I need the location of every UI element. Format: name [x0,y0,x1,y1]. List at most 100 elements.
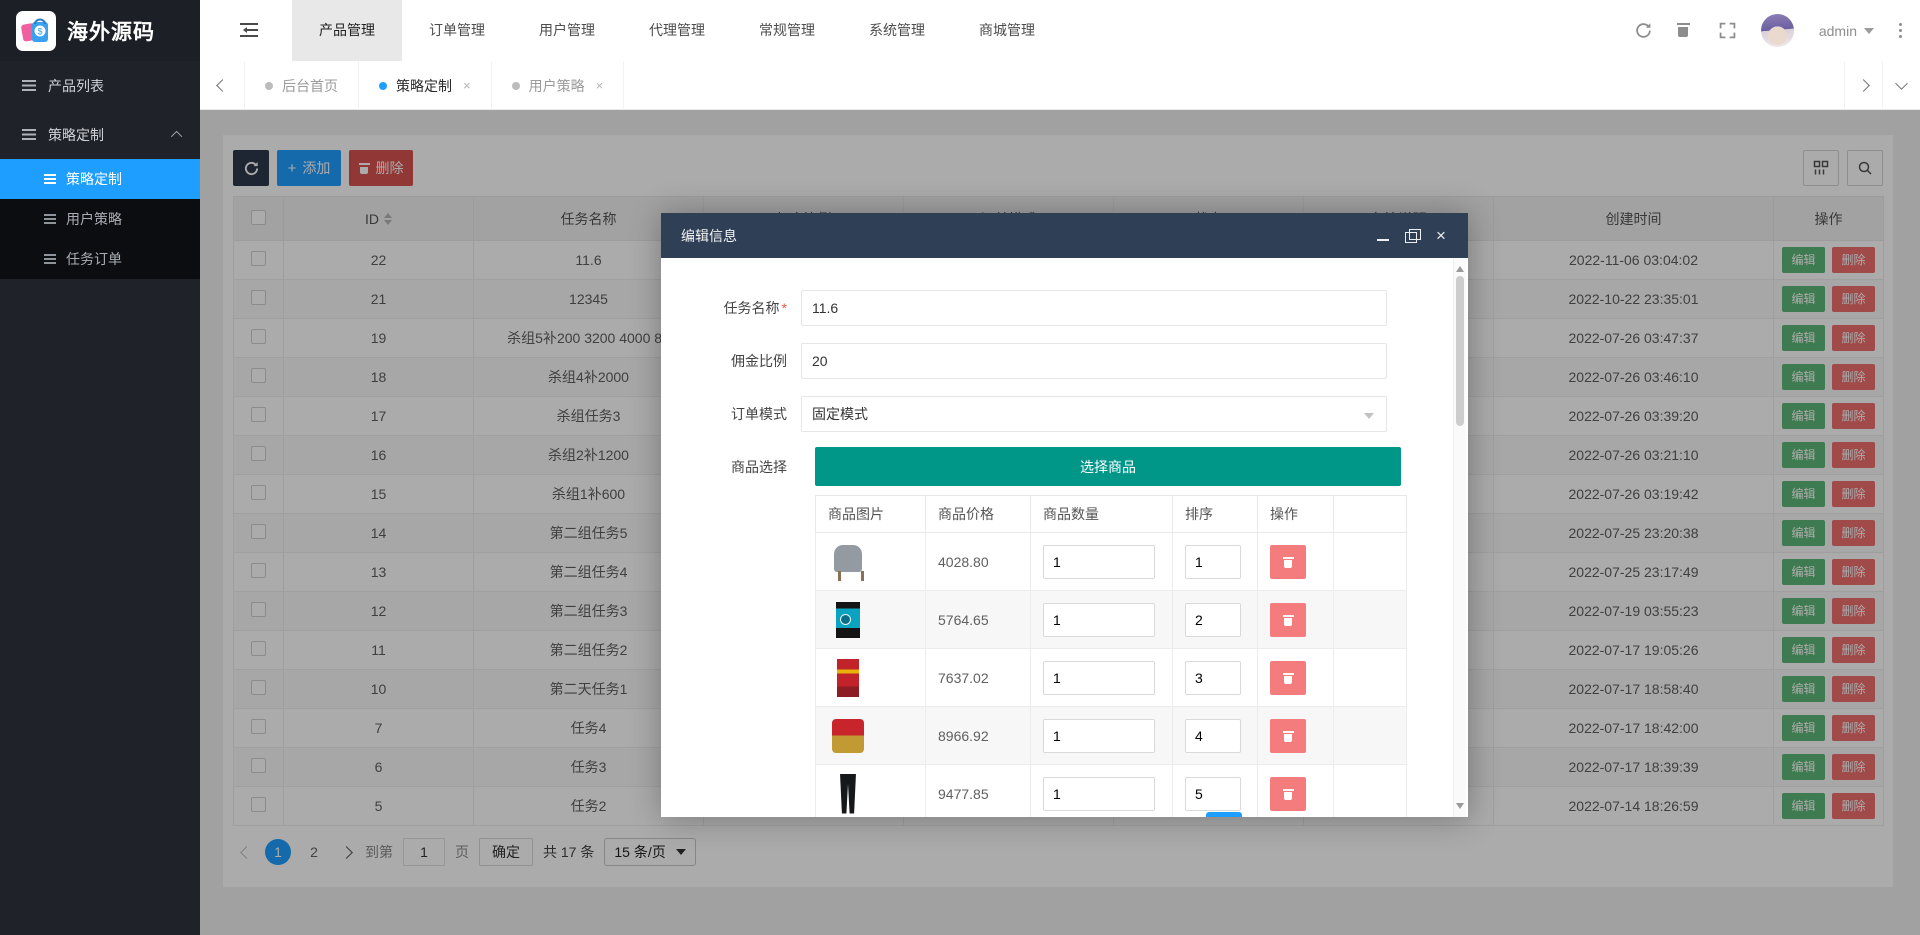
product-delete-button[interactable] [1270,661,1306,695]
refresh-icon[interactable] [1635,22,1652,39]
trash-icon [1283,556,1294,568]
product-sort-cell [1173,765,1258,818]
close-icon[interactable]: × [1434,229,1448,243]
product-image-cell [816,591,926,649]
tab-home[interactable]: 后台首页 [245,61,359,110]
product-image [828,774,868,814]
product-delete-button[interactable] [1270,777,1306,811]
tabs-menu-toggle[interactable] [1882,61,1920,110]
product-image [828,716,868,756]
modal-scrollbar[interactable] [1453,258,1466,817]
trash-icon[interactable] [1677,22,1694,39]
nav-item-user[interactable]: 用户管理 [512,0,622,61]
sidebar-submenu: 策略定制 用户策略 任务订单 [0,159,200,279]
order-mode-value: 固定模式 [812,404,868,424]
product-delete-button[interactable] [1270,603,1306,637]
nav-item-product[interactable]: 产品管理 [292,0,402,61]
sidebar-item-label: 产品列表 [48,76,104,96]
product-filler-cell [1334,649,1407,707]
product-header-row: 商品图片 商品价格 商品数量 排序 操作 [816,496,1407,533]
tab-user-strategy[interactable]: 用户策略 × [492,61,625,110]
sidebar-subitem-strategy[interactable]: 策略定制 [0,159,200,199]
product-row: 5764.65 [816,591,1407,649]
dialog-titlebar[interactable]: 编辑信息 × [661,213,1468,258]
tab-bar-right [1844,61,1920,109]
nav-item-order[interactable]: 订单管理 [402,0,512,61]
col-product-price: 商品价格 [926,496,1031,533]
order-mode-select[interactable]: 固定模式 [801,396,1387,432]
product-sort-input[interactable] [1185,777,1241,811]
nav-item-general[interactable]: 常规管理 [732,0,842,61]
top-header: 产品管理 订单管理 用户管理 代理管理 常规管理 系统管理 商城管理 admin [200,0,1920,61]
nav-item-mall[interactable]: 商城管理 [952,0,1062,61]
sidebar-subitem-user-strategy[interactable]: 用户策略 [0,199,200,239]
product-qty-cell [1031,765,1173,818]
product-qty-input[interactable] [1043,719,1155,753]
nav-item-system[interactable]: 系统管理 [842,0,952,61]
username: admin [1819,23,1857,39]
product-sort-input[interactable] [1185,661,1241,695]
tab-dot [265,82,273,90]
product-filler-cell [1334,591,1407,649]
col-product-ops: 操作 [1258,496,1334,533]
sidebar-subitem-task-order[interactable]: 任务订单 [0,239,200,279]
more-menu-icon[interactable] [1899,23,1902,38]
tabs-scroll-right[interactable] [1844,61,1882,110]
product-ops-cell [1258,765,1334,818]
product-row: 4028.80 [816,533,1407,591]
tab-strategy[interactable]: 策略定制 × [359,61,492,110]
product-table-body: 4028.80 [816,533,1407,818]
commission-label: 佣金比例 [687,351,801,371]
product-sort-input[interactable] [1185,545,1241,579]
commission-input[interactable] [801,343,1387,379]
product-image-cell [816,649,926,707]
list-icon [44,174,56,184]
product-sort-cell [1173,533,1258,591]
product-qty-input[interactable] [1043,777,1155,811]
product-sort-input[interactable] [1185,719,1241,753]
user-menu[interactable]: admin [1819,23,1874,39]
product-price-cell: 7637.02 [926,649,1031,707]
product-image [828,658,868,698]
tabs-scroll-left[interactable] [200,61,245,110]
fullscreen-icon[interactable] [1719,22,1736,39]
close-icon[interactable]: × [596,78,604,93]
commission-row: 佣金比例 [687,343,1387,379]
restore-icon[interactable] [1405,229,1419,243]
col-product-sort: 排序 [1173,496,1258,533]
product-qty-input[interactable] [1043,661,1155,695]
product-qty-cell [1031,591,1173,649]
nav-item-agent[interactable]: 代理管理 [622,0,732,61]
product-price-cell: 4028.80 [926,533,1031,591]
product-ops-cell [1258,533,1334,591]
product-sort-input[interactable] [1185,603,1241,637]
product-image [828,542,868,582]
scroll-down-icon[interactable] [1456,803,1464,813]
header-right: admin [1635,0,1902,61]
trash-icon [1283,730,1294,742]
product-qty-input[interactable] [1043,545,1155,579]
scroll-up-icon[interactable] [1456,262,1464,272]
task-name-input[interactable] [801,290,1387,326]
avatar[interactable] [1761,14,1794,47]
minimize-icon[interactable] [1376,229,1390,243]
product-table-wrap: 商品图片 商品价格 商品数量 排序 操作 4028.80 [815,495,1406,817]
brand-area: $ 海外源码 [0,0,200,61]
scrollbar-thumb[interactable] [1456,276,1464,426]
product-delete-button[interactable] [1270,719,1306,753]
choose-product-button[interactable]: 选择商品 [815,447,1401,486]
product-row: 8966.92 [816,707,1407,765]
product-delete-button[interactable] [1270,545,1306,579]
product-qty-input[interactable] [1043,603,1155,637]
sidebar-item-product-list[interactable]: 产品列表 [0,61,200,110]
sidebar-item-strategy-group[interactable]: 策略定制 [0,110,200,159]
product-qty-cell [1031,533,1173,591]
product-image-cell [816,707,926,765]
product-qty-cell [1031,707,1173,765]
menu-collapse-icon[interactable] [240,23,258,37]
product-price-cell: 9477.85 [926,765,1031,818]
product-price-cell: 8966.92 [926,707,1031,765]
tab-label: 后台首页 [282,76,338,96]
close-icon[interactable]: × [463,78,471,93]
product-select-label: 商品选择 [687,457,801,477]
